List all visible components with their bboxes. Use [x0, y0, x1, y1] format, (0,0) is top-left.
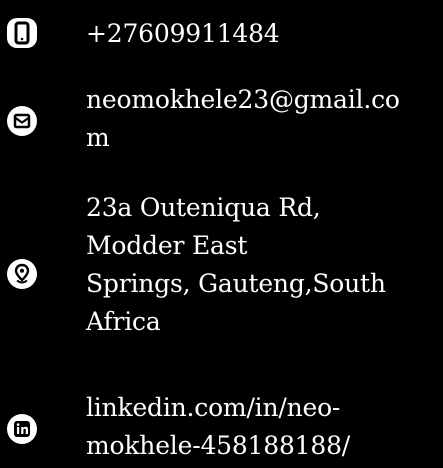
linkedin-url[interactable]: linkedin.com/in/neo- mokhele-458188188/ — [86, 389, 350, 465]
linkedin-icon — [7, 414, 37, 444]
email-address[interactable]: neomokhele23@gmail.co m — [86, 81, 400, 157]
map-pin-icon — [7, 259, 37, 289]
street-address: 23a Outeniqua Rd, Modder East Springs, G… — [86, 193, 386, 336]
envelope-icon — [7, 106, 37, 136]
phone-number[interactable]: +27609911484 — [86, 15, 280, 53]
phone-icon — [7, 18, 37, 48]
